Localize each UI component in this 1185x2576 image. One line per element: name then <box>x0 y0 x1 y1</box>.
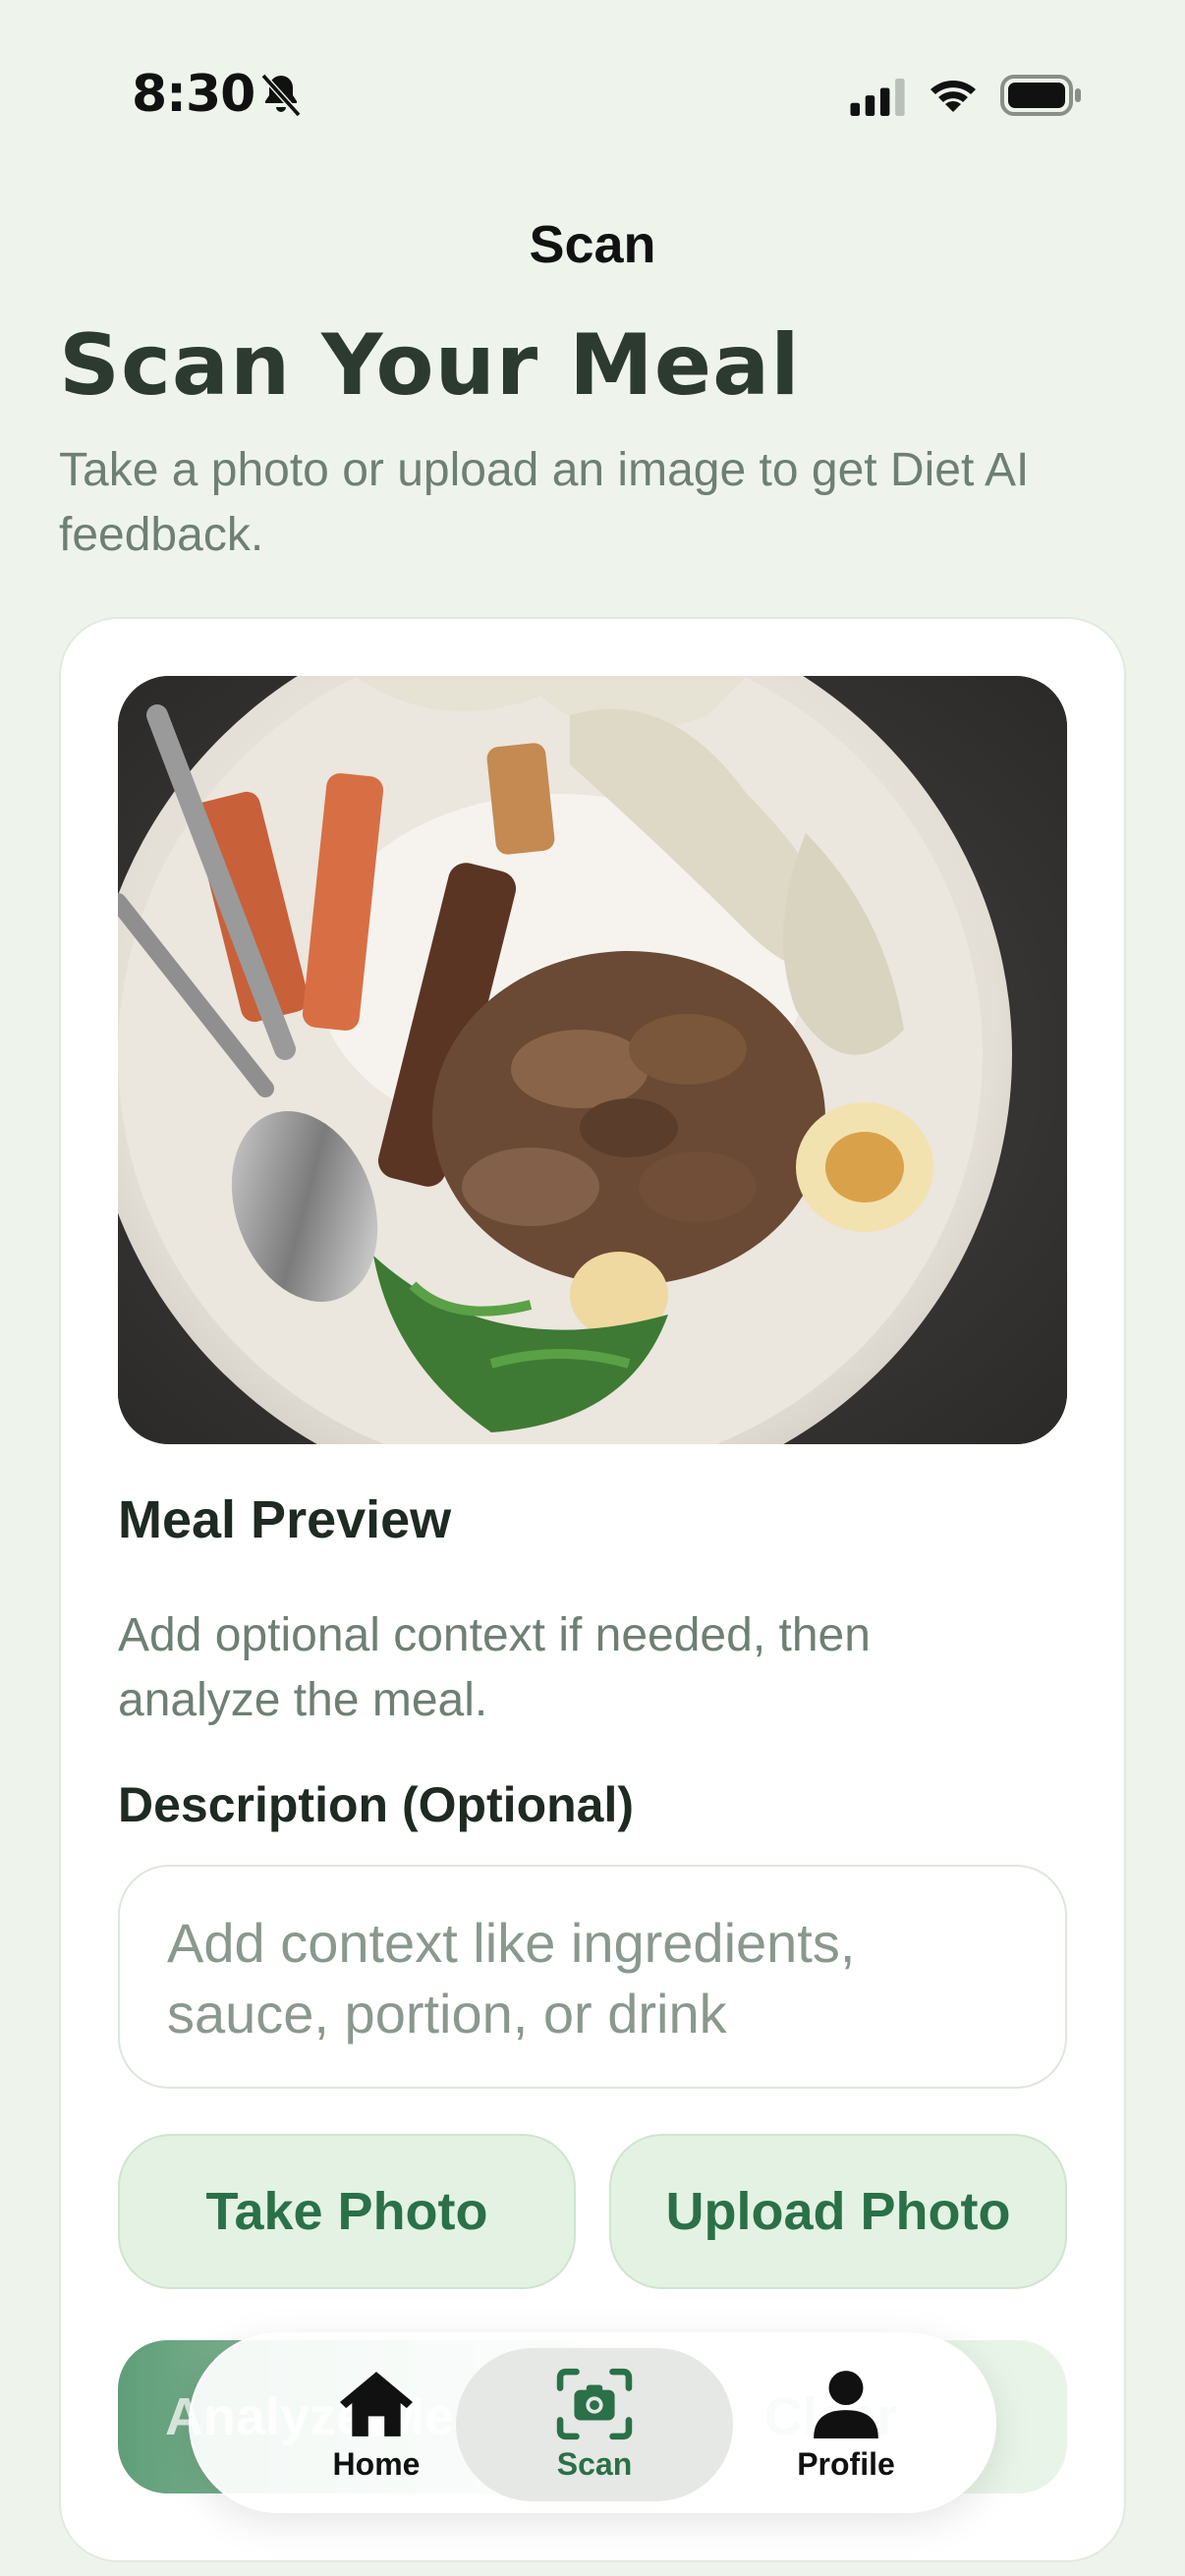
battery-icon <box>1000 75 1081 116</box>
status-time: 8:30 <box>132 65 255 124</box>
nav-title: Scan <box>529 215 656 274</box>
description-field[interactable] <box>118 1865 1067 2089</box>
page-title: Scan Your Meal <box>59 316 801 415</box>
meal-photo <box>118 676 1067 1444</box>
description-input[interactable] <box>167 1908 1018 2045</box>
signal-icon <box>850 79 905 116</box>
tab-bar: Home Scan Profile <box>189 2332 996 2513</box>
tab-scan[interactable]: Scan <box>456 2348 733 2501</box>
take-photo-button[interactable]: Take Photo <box>118 2134 576 2289</box>
meal-preview-title: Meal Preview <box>118 1490 452 1549</box>
status-bar: 8:30 <box>0 0 1185 187</box>
upload-photo-button[interactable]: Upload Photo <box>609 2134 1067 2289</box>
person-icon <box>814 2370 878 2438</box>
bell-slash-icon <box>260 73 302 118</box>
tab-home-label: Home <box>332 2445 421 2482</box>
tab-scan-label: Scan <box>556 2445 633 2482</box>
page-subtitle: Take a photo or upload an image to get D… <box>59 444 1030 561</box>
wifi-icon <box>931 81 976 112</box>
tab-profile[interactable]: Profile <box>707 2348 985 2501</box>
meal-preview-description: Add optional context if needed, then ana… <box>118 1609 871 1726</box>
house-icon <box>340 2371 413 2436</box>
description-label: Description (Optional) <box>118 1777 634 1832</box>
meal-photo-image <box>118 676 1067 1444</box>
camera-viewfinder-icon <box>556 2368 633 2439</box>
tab-profile-label: Profile <box>797 2445 895 2482</box>
